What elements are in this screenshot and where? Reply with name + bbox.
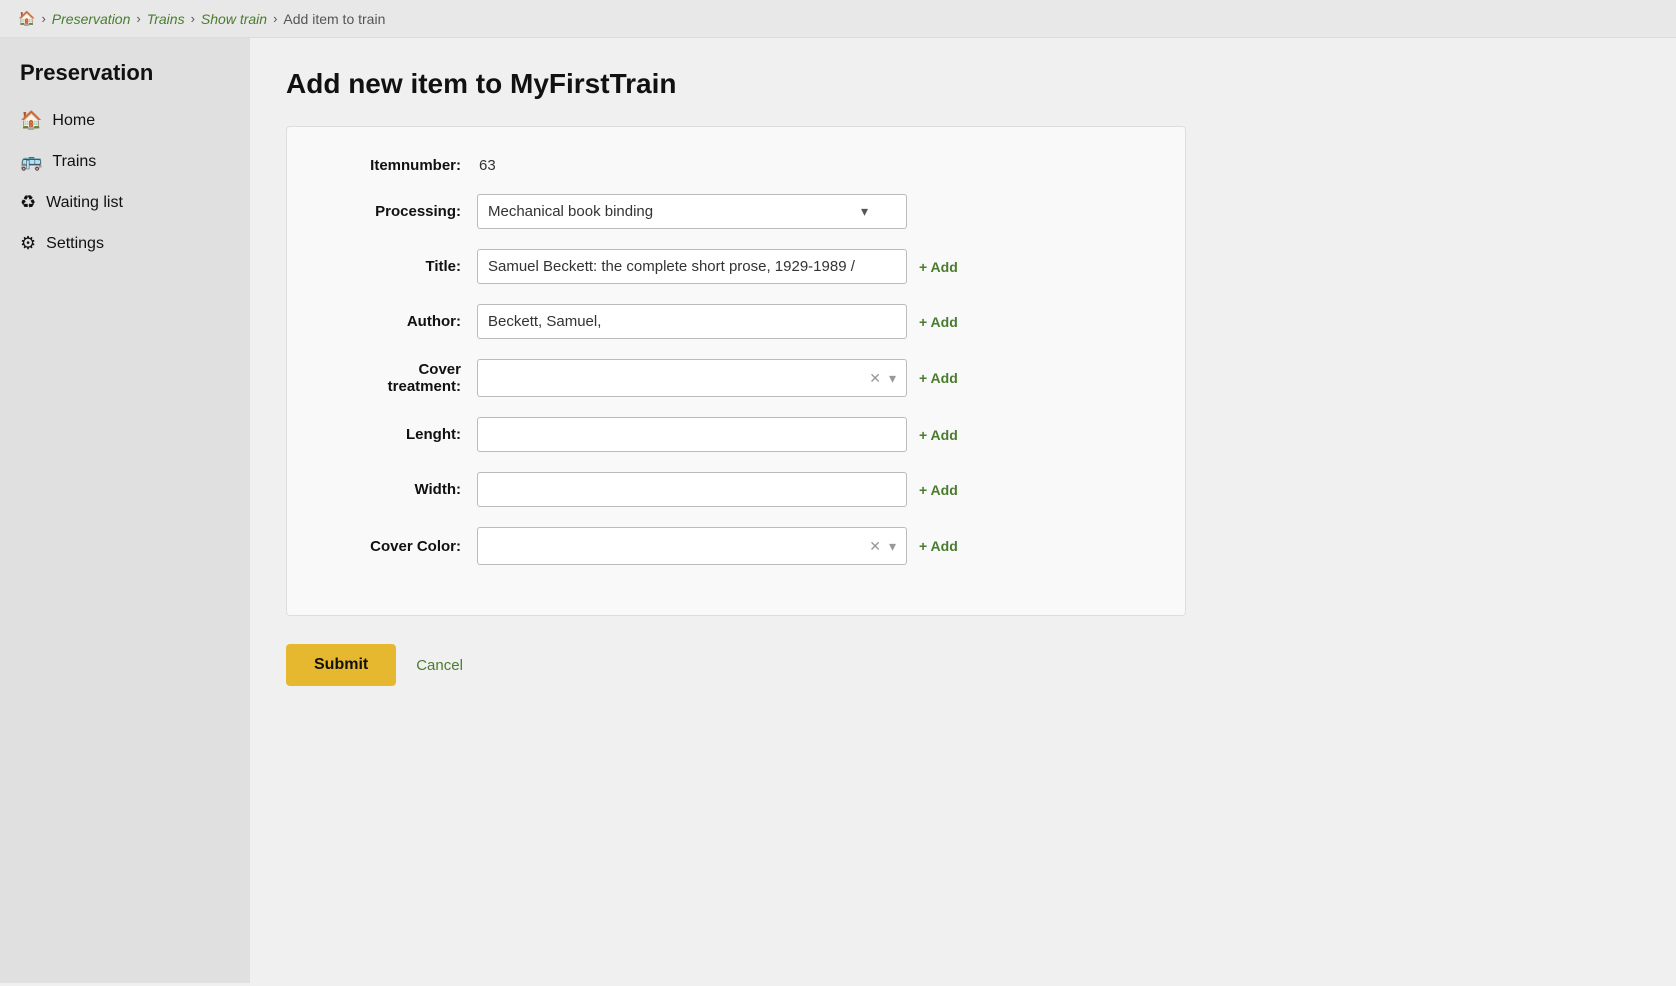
cover-color-row: Cover Color: ✕ ▾ + Add — [317, 527, 1145, 565]
breadcrumb-sep-0: › — [41, 11, 45, 26]
breadcrumb-current: Add item to train — [283, 11, 385, 27]
cover-treatment-label: Covertreatment: — [317, 361, 477, 395]
cover-treatment-select[interactable]: ✕ ▾ — [477, 359, 907, 397]
sidebar-nav: 🏠 Home 🚌 Trains ♻ Waiting list ⚙ Setting… — [0, 100, 250, 264]
itemnumber-row: Itemnumber: 63 — [317, 157, 1145, 174]
form-actions: Submit Cancel — [286, 644, 1640, 686]
length-control: + Add — [477, 417, 1145, 452]
title-input[interactable] — [477, 249, 907, 284]
width-control: + Add — [477, 472, 1145, 507]
breadcrumb-sep-1: › — [136, 11, 140, 26]
breadcrumb: 🏠 › Preservation › Trains › Show train ›… — [0, 0, 1676, 38]
title-add-button[interactable]: + Add — [919, 259, 958, 275]
processing-row: Processing: Mechanical book binding ▾ — [317, 194, 1145, 229]
cover-color-select[interactable]: ✕ ▾ — [477, 527, 907, 565]
breadcrumb-preservation[interactable]: Preservation — [52, 11, 131, 27]
sidebar-item-waiting-list[interactable]: ♻ Waiting list — [0, 182, 250, 223]
processing-chevron-icon: ▾ — [861, 203, 868, 220]
sidebar-title: Preservation — [0, 38, 250, 100]
cover-color-clear-icon[interactable]: ✕ — [869, 538, 881, 555]
breadcrumb-sep-2: › — [191, 11, 195, 26]
processing-selected-value: Mechanical book binding — [488, 203, 653, 220]
cover-treatment-row: Covertreatment: ✕ ▾ + Add — [317, 359, 1145, 397]
home-nav-icon: 🏠 — [20, 110, 42, 131]
cover-treatment-add-button[interactable]: + Add — [919, 370, 958, 386]
sidebar-item-home[interactable]: 🏠 Home — [0, 100, 250, 141]
title-label: Title: — [317, 258, 477, 275]
length-row: Lenght: + Add — [317, 417, 1145, 452]
submit-button[interactable]: Submit — [286, 644, 396, 686]
processing-select[interactable]: Mechanical book binding ▾ — [477, 194, 907, 229]
cover-color-add-button[interactable]: + Add — [919, 538, 958, 554]
width-input[interactable] — [477, 472, 907, 507]
cover-treatment-chevron-icon[interactable]: ▾ — [889, 370, 896, 387]
cover-color-label: Cover Color: — [317, 538, 477, 555]
width-label: Width: — [317, 481, 477, 498]
itemnumber-label: Itemnumber: — [317, 157, 477, 174]
trains-nav-icon: 🚌 — [20, 151, 42, 172]
sidebar: Preservation 🏠 Home 🚌 Trains ♻ Waiting l… — [0, 38, 250, 983]
itemnumber-control: 63 — [477, 157, 1145, 174]
cover-treatment-clear-icon[interactable]: ✕ — [869, 370, 881, 387]
waiting-list-nav-icon: ♻ — [20, 192, 36, 213]
sidebar-item-home-label: Home — [52, 112, 95, 130]
settings-nav-icon: ⚙ — [20, 233, 36, 254]
length-label: Lenght: — [317, 426, 477, 443]
processing-label: Processing: — [317, 203, 477, 220]
author-control: + Add — [477, 304, 1145, 339]
width-row: Width: + Add — [317, 472, 1145, 507]
length-input[interactable] — [477, 417, 907, 452]
sidebar-item-settings-label: Settings — [46, 235, 104, 253]
processing-select-wrap: Mechanical book binding ▾ — [477, 194, 907, 229]
breadcrumb-sep-3: › — [273, 11, 277, 26]
form-card: Itemnumber: 63 Processing: Mechanical bo… — [286, 126, 1186, 616]
processing-control: Mechanical book binding ▾ — [477, 194, 1145, 229]
sidebar-item-waiting-list-label: Waiting list — [46, 194, 123, 212]
title-row: Title: + Add — [317, 249, 1145, 284]
length-add-button[interactable]: + Add — [919, 427, 958, 443]
title-control: + Add — [477, 249, 1145, 284]
main-content: Add new item to MyFirstTrain Itemnumber:… — [250, 38, 1676, 983]
itemnumber-value: 63 — [477, 157, 496, 174]
cancel-button[interactable]: Cancel — [416, 657, 463, 674]
cover-treatment-control: ✕ ▾ + Add — [477, 359, 1145, 397]
author-add-button[interactable]: + Add — [919, 314, 958, 330]
cover-color-control: ✕ ▾ + Add — [477, 527, 1145, 565]
width-add-button[interactable]: + Add — [919, 482, 958, 498]
page-title: Add new item to MyFirstTrain — [286, 68, 1640, 100]
sidebar-item-trains-label: Trains — [52, 153, 96, 171]
sidebar-item-settings[interactable]: ⚙ Settings — [0, 223, 250, 264]
home-icon[interactable]: 🏠 — [18, 10, 35, 27]
author-input[interactable] — [477, 304, 907, 339]
author-row: Author: + Add — [317, 304, 1145, 339]
author-label: Author: — [317, 313, 477, 330]
cover-color-chevron-icon[interactable]: ▾ — [889, 538, 896, 555]
breadcrumb-show-train[interactable]: Show train — [201, 11, 267, 27]
breadcrumb-trains[interactable]: Trains — [147, 11, 185, 27]
sidebar-item-trains[interactable]: 🚌 Trains — [0, 141, 250, 182]
